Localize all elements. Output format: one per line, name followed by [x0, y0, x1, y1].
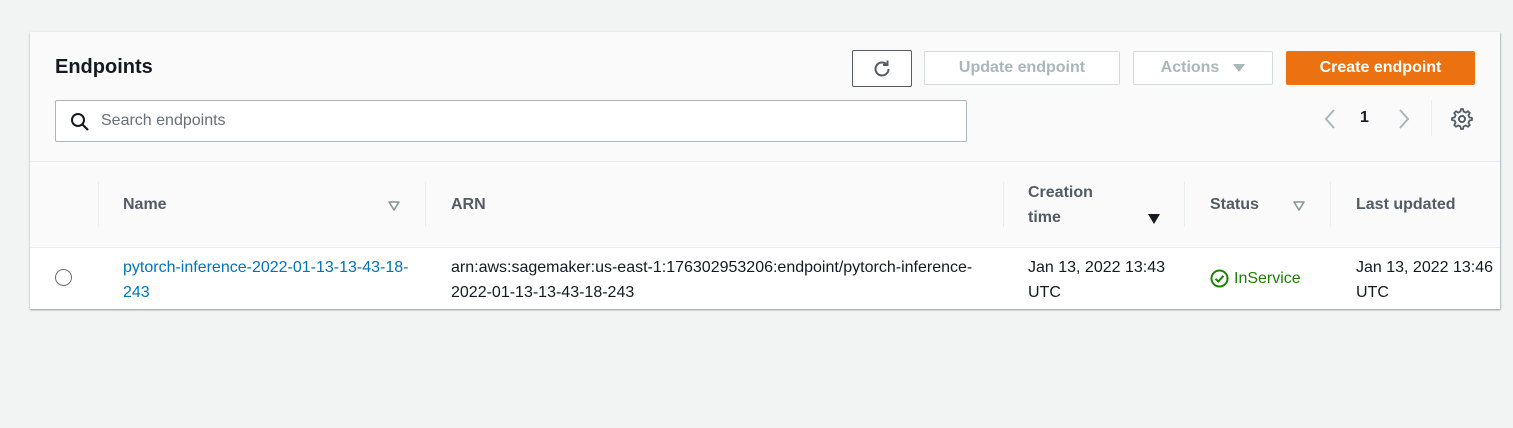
- column-divider: [1330, 182, 1331, 227]
- column-header-label: Creation time: [1028, 184, 1093, 226]
- create-endpoint-button[interactable]: Create endpoint: [1286, 51, 1475, 85]
- column-header-last-updated: Last updated: [1356, 182, 1456, 227]
- endpoints-panel: Endpoints Update endpoint Actions Create…: [30, 32, 1500, 309]
- panel-header: Endpoints Update endpoint Actions Create…: [30, 32, 1500, 162]
- sort-descending-icon[interactable]: [1147, 212, 1161, 230]
- row-select-radio[interactable]: [55, 269, 72, 286]
- endpoint-last-updated: Jan 13, 2022 13:46 UTC: [1356, 259, 1494, 301]
- column-divider: [1003, 182, 1004, 227]
- column-header-label: Name: [123, 195, 167, 213]
- endpoint-name-link[interactable]: pytorch-inference-2022-01-13-13-43-18-24…: [123, 255, 423, 305]
- status-badge: InService: [1210, 266, 1301, 291]
- column-header-arn: ARN: [451, 182, 486, 227]
- column-header-label: Last updated: [1356, 195, 1456, 213]
- update-endpoint-label: Update endpoint: [958, 59, 1086, 76]
- column-header-label: ARN: [451, 195, 486, 213]
- column-header-status[interactable]: Status: [1210, 182, 1259, 227]
- column-header-label: Status: [1210, 195, 1259, 213]
- actions-dropdown-button[interactable]: Actions: [1133, 51, 1273, 85]
- status-text: InService: [1234, 270, 1301, 287]
- page-title: Endpoints: [55, 56, 153, 78]
- sort-caret-icon[interactable]: [1292, 199, 1306, 217]
- chevron-left-icon[interactable]: [1322, 106, 1338, 132]
- table-row[interactable]: pytorch-inference-2022-01-13-13-43-18-24…: [30, 248, 1500, 309]
- column-header-creation-time[interactable]: Creation time: [1028, 180, 1118, 226]
- search-box: [55, 100, 967, 142]
- caret-down-icon: [1233, 64, 1246, 72]
- chevron-right-icon[interactable]: [1396, 106, 1412, 132]
- endpoint-arn: arn:aws:sagemaker:us-east-1:176302953206…: [451, 259, 973, 301]
- column-divider: [1184, 182, 1185, 227]
- search-icon: [70, 112, 90, 137]
- actions-label: Actions: [1160, 59, 1220, 76]
- refresh-icon: [871, 58, 893, 80]
- table-header: Name ARN Creation time Status Last updat…: [30, 162, 1500, 248]
- search-input[interactable]: [101, 101, 951, 141]
- update-endpoint-button[interactable]: Update endpoint: [924, 51, 1120, 85]
- refresh-button[interactable]: [852, 50, 912, 87]
- column-divider: [425, 182, 426, 227]
- check-circle-icon: [1210, 269, 1229, 288]
- sort-caret-icon[interactable]: [387, 199, 401, 217]
- endpoint-creation-time: Jan 13, 2022 13:43 UTC: [1028, 259, 1166, 301]
- gear-icon[interactable]: [1451, 108, 1473, 135]
- pager-divider: [1431, 100, 1432, 136]
- create-endpoint-label: Create endpoint: [1319, 59, 1442, 76]
- current-page-number[interactable]: 1: [1360, 109, 1369, 127]
- column-divider: [98, 182, 99, 227]
- column-header-name[interactable]: Name: [123, 182, 167, 227]
